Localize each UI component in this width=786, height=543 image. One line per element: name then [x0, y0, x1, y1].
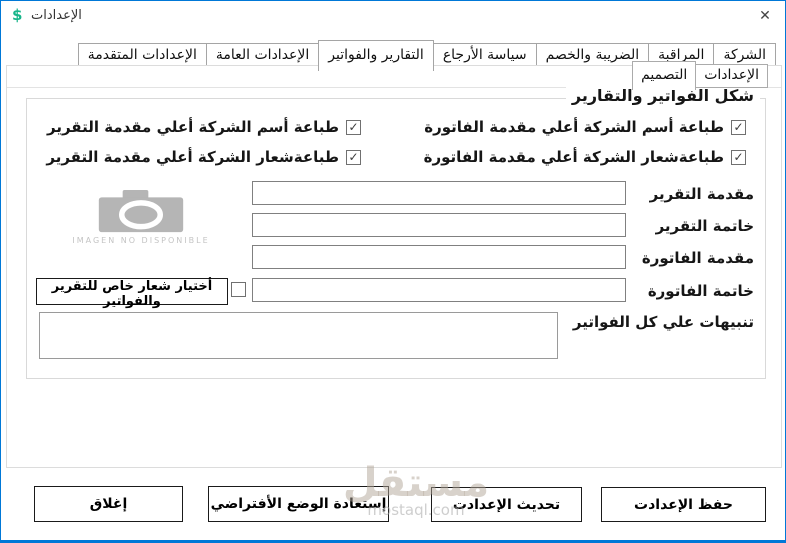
- invoice-intro-label: مقدمة الفاتورة: [641, 249, 754, 267]
- restore-defaults-button[interactable]: إستعادة الوضع الأفتراضي: [208, 486, 389, 522]
- tab-reports-invoices[interactable]: التقارير والفواتير: [318, 40, 434, 71]
- checkbox-box: ✓: [731, 119, 746, 135]
- report-footer-input[interactable]: [252, 213, 626, 237]
- checkbox-box: ✓: [731, 149, 746, 165]
- inner-tab-design[interactable]: التصميم: [632, 61, 697, 90]
- close-window-button[interactable]: ✕: [747, 1, 783, 30]
- report-intro-label: مقدمة التقرير: [649, 185, 754, 203]
- checkbox-label: طباعةشعار الشركة أعلي مقدمة الفاتورة: [423, 148, 724, 166]
- dollar-icon: $: [12, 6, 23, 24]
- check-icon: ✓: [733, 150, 744, 164]
- inner-tabstrip: الإعدادات التصميم: [632, 61, 768, 90]
- checkbox-label: طباعة أسم الشركة أعلي مقدمة التقرير: [47, 118, 339, 136]
- logo-image-placeholder: IMAGEN NO DISPONIBLE: [71, 190, 211, 245]
- check-icon: ✓: [733, 120, 744, 134]
- checkbox-print-name-invoice[interactable]: ✓ طباعة أسم الشركة أعلي مقدمة الفاتورة: [424, 118, 746, 136]
- check-icon: ✓: [348, 120, 359, 134]
- invoice-footer-input[interactable]: [252, 278, 626, 302]
- checkbox-print-logo-invoice[interactable]: ✓ طباعةشعار الشركة أعلي مقدمة الفاتورة: [424, 148, 746, 166]
- settings-window: $ الإعدادات ✕ الشركة المراقبة الضريبة وا…: [0, 0, 786, 543]
- close-icon: ✕: [759, 7, 771, 24]
- custom-logo-checkbox[interactable]: [231, 282, 246, 297]
- report-footer-label: خاتمة التقرير: [655, 217, 754, 235]
- checkbox-label: طباعة أسم الشركة أعلي مقدمة الفاتورة: [424, 118, 724, 136]
- camera-icon: [98, 190, 184, 233]
- invoice-footer-label: خاتمة الفاتورة: [647, 282, 754, 300]
- titlebar: $ الإعدادات ✕: [1, 1, 785, 31]
- invoice-notes-textarea[interactable]: [39, 312, 558, 359]
- save-settings-button[interactable]: حفظ الإعدادت: [601, 487, 766, 522]
- update-settings-button[interactable]: تحديث الإعدادت: [431, 487, 582, 522]
- image-placeholder-text: IMAGEN NO DISPONIBLE: [72, 236, 210, 245]
- invoice-intro-input[interactable]: [252, 245, 626, 269]
- check-icon: ✓: [348, 150, 359, 164]
- window-title: الإعدادات: [31, 8, 82, 23]
- checkbox-print-logo-report[interactable]: ✓ طباعةشعار الشركة أعلي مقدمة التقرير: [46, 148, 361, 166]
- checkbox-print-name-report[interactable]: ✓ طباعة أسم الشركة أعلي مقدمة التقرير: [47, 118, 361, 136]
- close-dialog-button[interactable]: إغلاق: [34, 486, 183, 522]
- invoice-notes-label: تنبيهات علي كل الفواتير: [572, 313, 754, 331]
- checkbox-box: ✓: [346, 149, 361, 165]
- checkbox-label: طباعةشعار الشركة أعلي مقدمة التقرير: [46, 148, 339, 166]
- report-intro-input[interactable]: [252, 181, 626, 205]
- checkbox-box: ✓: [346, 119, 361, 135]
- choose-custom-logo-button[interactable]: أختيار شعار خاص للتقرير والفواتير: [36, 278, 228, 309]
- inner-tab-settings[interactable]: الإعدادات: [695, 64, 768, 88]
